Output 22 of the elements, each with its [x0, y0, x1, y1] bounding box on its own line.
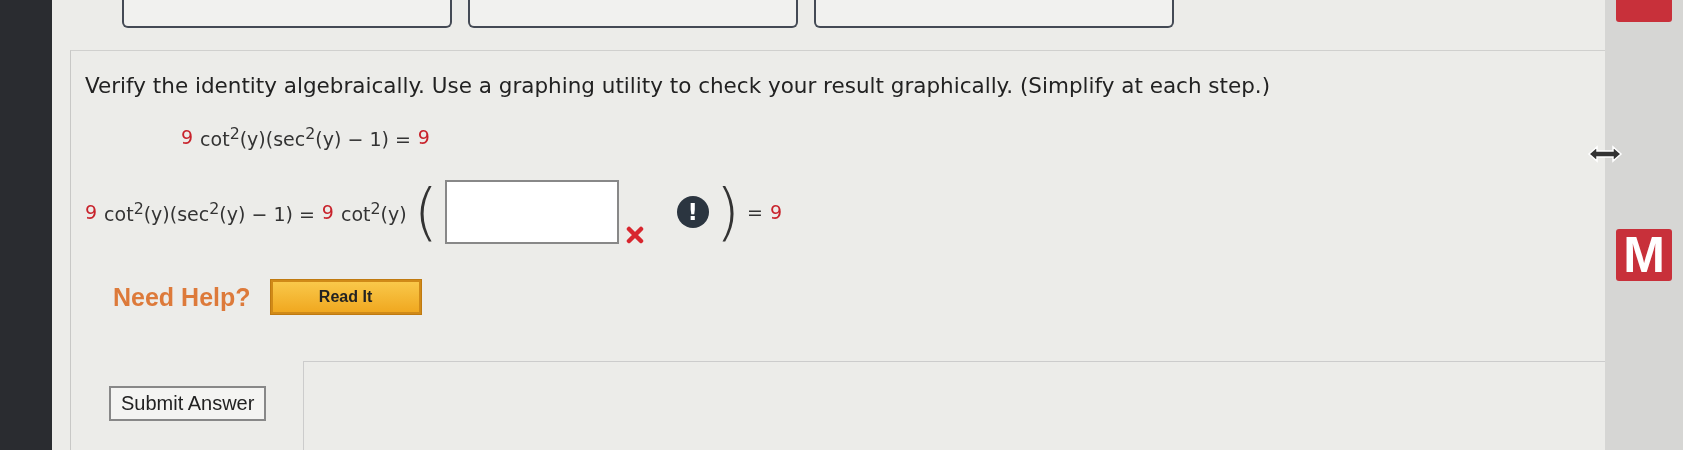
resize-cursor-icon [1587, 145, 1623, 163]
math-expression: cot$^{2}$(y) [340, 199, 407, 226]
coefficient: 9 [769, 201, 783, 224]
parenthesis: ( [413, 181, 438, 244]
top-button[interactable] [468, 0, 798, 28]
top-button[interactable] [122, 0, 452, 28]
math-expression: cot$^{2}$(y)(sec$^{2}$(y) − 1) = [200, 124, 411, 151]
coefficient: 9 [85, 201, 98, 224]
need-help-label: Need Help? [113, 282, 251, 312]
answer-field[interactable] [444, 180, 619, 245]
submit-answer-button[interactable]: Submit Answer [109, 386, 267, 422]
coefficient: 9 [417, 126, 430, 149]
logo-icon[interactable]: M [1616, 229, 1672, 281]
math-expression: = [747, 201, 763, 224]
read-it-button[interactable]: Read It [270, 280, 421, 315]
parenthesis: ) [715, 181, 741, 244]
question-prompt: Verify the identity algebraically. Use a graphing utility to check your result graphically. (Simplify at each step.) [85, 73, 1272, 98]
coefficient: 9 [181, 126, 194, 149]
coefficient: 9 [321, 201, 334, 224]
alert-icon: ! [676, 196, 709, 229]
top-button[interactable] [814, 0, 1174, 28]
math-expression: cot$^{2}$(y)(sec$^{2}$(y) − 1) = [104, 199, 315, 226]
